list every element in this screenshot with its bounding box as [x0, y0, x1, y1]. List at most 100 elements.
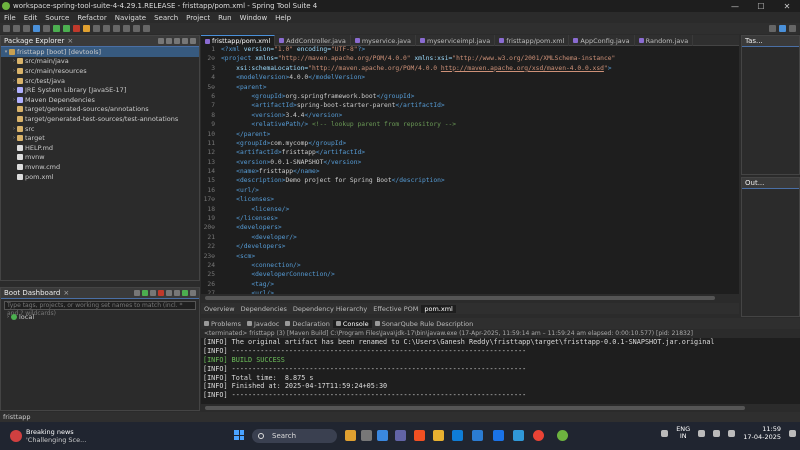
- stop-icon[interactable]: [158, 290, 164, 296]
- editor-tab[interactable]: AppConfig.java: [569, 35, 635, 46]
- boot-icon[interactable]: [33, 25, 40, 32]
- code-line[interactable]: 7 <artifactId>spring-boot-starter-parent…: [201, 102, 739, 111]
- console-tab-sonarqube-rule-description[interactable]: SonarQube Rule Description: [372, 320, 477, 328]
- edge-icon[interactable]: [452, 430, 463, 441]
- refresh-icon[interactable]: [134, 290, 140, 296]
- console-tab-console[interactable]: Console: [332, 319, 372, 328]
- pom-tab-overview[interactable]: Overview: [201, 305, 238, 313]
- teams-icon[interactable]: [395, 430, 406, 441]
- tree-item[interactable]: HELP.md: [1, 143, 199, 153]
- menu-window[interactable]: Window: [236, 14, 272, 22]
- menu-source[interactable]: Source: [41, 14, 73, 22]
- prev-annotation-icon[interactable]: [123, 25, 130, 32]
- azure-icon[interactable]: [513, 430, 524, 441]
- pom-tab-dependency-hierarchy[interactable]: Dependency Hierarchy: [290, 305, 370, 313]
- code-line[interactable]: 14 <name>fristtapp</name>: [201, 168, 739, 177]
- link-editor-icon[interactable]: [166, 38, 172, 44]
- code-line[interactable]: 8 <version>3.4.4</version>: [201, 112, 739, 121]
- code-line[interactable]: 2⊖ <project xmlns="http://maven.apache.or…: [201, 55, 739, 64]
- close-button[interactable]: ✕: [774, 2, 800, 11]
- add-icon[interactable]: [182, 290, 188, 296]
- view-menu-icon[interactable]: [174, 38, 180, 44]
- sts-taskbar-icon[interactable]: [557, 430, 568, 441]
- scrollbar-thumb[interactable]: [205, 406, 745, 410]
- code-line[interactable]: 26 <tag/>: [201, 281, 739, 290]
- tree-item[interactable]: › src: [1, 124, 199, 134]
- language-indicator[interactable]: ENG IN: [676, 426, 690, 440]
- volume-icon[interactable]: [713, 429, 721, 437]
- pom-tab-dependencies[interactable]: Dependencies: [238, 305, 290, 313]
- save-icon[interactable]: [13, 25, 20, 32]
- tree-item[interactable]: › src/test/java: [1, 76, 199, 86]
- tree-item[interactable]: mvnw: [1, 153, 199, 163]
- tree-item[interactable]: target/generated-test-sources/test-annot…: [1, 114, 199, 124]
- tree-item[interactable]: › JRE System Library [JavaSE-17]: [1, 85, 199, 95]
- code-line[interactable]: 21 <developer/>: [201, 234, 739, 243]
- run-icon[interactable]: [63, 25, 70, 32]
- code-line[interactable]: 10 </parent>: [201, 131, 739, 140]
- menu-refactor[interactable]: Refactor: [73, 14, 110, 22]
- view-menu-icon[interactable]: [190, 290, 196, 296]
- debug-icon[interactable]: [150, 290, 156, 296]
- debug-icon[interactable]: [53, 25, 60, 32]
- tree-item[interactable]: mvnw.cmd: [1, 162, 199, 172]
- pom-tab-effective-pom[interactable]: Effective POM: [370, 305, 421, 313]
- menu-run[interactable]: Run: [214, 14, 235, 22]
- open-browser-icon[interactable]: [174, 290, 180, 296]
- scrollbar-thumb[interactable]: [205, 296, 715, 300]
- editor-horizontal-scrollbar[interactable]: [201, 294, 739, 302]
- taskbar-search-box[interactable]: Search: [252, 429, 337, 443]
- battery-icon[interactable]: [728, 429, 736, 437]
- notification-icon[interactable]: [789, 429, 796, 437]
- editor-tab[interactable]: Random.java: [635, 35, 694, 46]
- search-icon[interactable]: [103, 25, 110, 32]
- maximize-view-icon[interactable]: [190, 38, 196, 44]
- code-line[interactable]: 12 <artifactId>fristtapp</artifactId>: [201, 149, 739, 158]
- stop-icon[interactable]: [73, 25, 80, 32]
- console-tab-javadoc[interactable]: Javadoc: [244, 320, 282, 328]
- code-line[interactable]: 24 <connection/>: [201, 262, 739, 271]
- chrome-icon[interactable]: [533, 430, 544, 441]
- code-line[interactable]: 9 <relativePath/> <!-- lookup parent fro…: [201, 121, 739, 130]
- menu-project[interactable]: Project: [182, 14, 214, 22]
- maximize-button[interactable]: ☐: [748, 2, 774, 11]
- menu-navigate[interactable]: Navigate: [111, 14, 150, 22]
- xml-code-editor[interactable]: 1 <?xml version="1.0" encoding="UTF-8"?> 2…: [201, 46, 739, 294]
- code-line[interactable]: 18 <license/>: [201, 206, 739, 215]
- package-explorer-title[interactable]: Package Explorer: [4, 37, 64, 45]
- copilot-icon[interactable]: [414, 430, 425, 441]
- boot-dashboard-title[interactable]: Boot Dashboard: [4, 289, 60, 297]
- pom-tab-pom-xml[interactable]: pom.xml: [421, 304, 456, 313]
- tree-item[interactable]: › src/main/java: [1, 57, 199, 67]
- code-line[interactable]: 16 <url/>: [201, 187, 739, 196]
- task-view-icon[interactable]: [361, 430, 372, 441]
- console-horizontal-scrollbar[interactable]: [201, 404, 800, 412]
- minimize-view-icon[interactable]: [182, 38, 188, 44]
- start-icon[interactable]: [142, 290, 148, 296]
- forward-icon[interactable]: [143, 25, 150, 32]
- code-line[interactable]: 20⊖ <developers>: [201, 224, 739, 233]
- file-explorer-icon[interactable]: [377, 430, 388, 441]
- build-icon[interactable]: [43, 25, 50, 32]
- menu-search[interactable]: Search: [150, 14, 182, 22]
- code-line[interactable]: 11 <groupId>com.mycomp</groupId>: [201, 140, 739, 149]
- store-icon[interactable]: [493, 430, 504, 441]
- tree-item[interactable]: › src/main/resources: [1, 66, 199, 76]
- code-line[interactable]: 4 <modelVersion>4.0.0</modelVersion>: [201, 74, 739, 83]
- code-line[interactable]: 3 xsi:schemaLocation="http://maven.apach…: [201, 65, 739, 74]
- menu-edit[interactable]: Edit: [20, 14, 42, 22]
- code-line[interactable]: 23⊖ <scm>: [201, 253, 739, 262]
- editor-tab[interactable]: myserviceimpl.java: [416, 35, 496, 46]
- open-perspective-icon[interactable]: [769, 25, 776, 32]
- boot-dashboard-item-local[interactable]: › local: [1, 312, 199, 322]
- open-type-icon[interactable]: [93, 25, 100, 32]
- code-line[interactable]: 17⊖ <licenses>: [201, 196, 739, 205]
- next-annotation-icon[interactable]: [113, 25, 120, 32]
- tree-item[interactable]: ▾ fristtapp [boot] [devtools]: [1, 47, 199, 57]
- clock[interactable]: 11:59 17-04-2025: [743, 425, 781, 441]
- news-widget[interactable]: Breaking news 'Challenging Sce...: [10, 428, 86, 444]
- taskbar-app-icon[interactable]: [345, 430, 356, 441]
- back-icon[interactable]: [133, 25, 140, 32]
- outline-title[interactable]: Out...: [745, 179, 764, 187]
- minimize-button[interactable]: —: [722, 2, 748, 11]
